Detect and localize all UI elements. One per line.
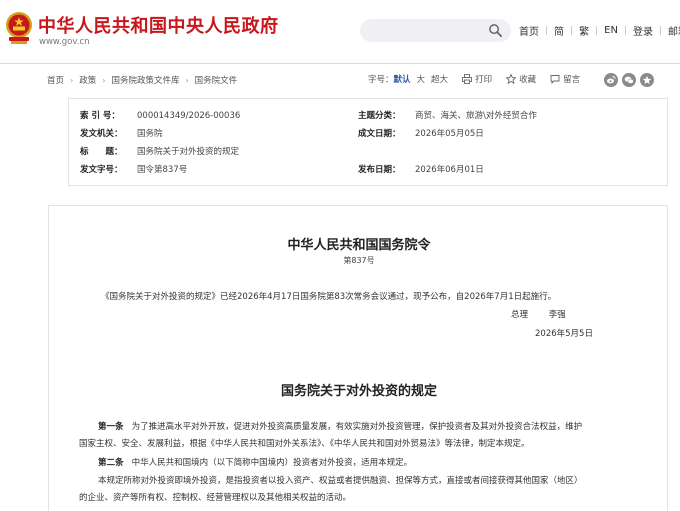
signer-title: 总理: [511, 310, 529, 320]
intro-paragraph: 《国务院关于对外投资的规定》已经2026年4月17日国务院第83次常务会议通过，…: [101, 292, 557, 302]
chevron-right-icon: ›: [102, 75, 106, 85]
index-number-label: 索 引 号：: [80, 111, 120, 121]
article-2-label: 第二条: [98, 458, 124, 468]
breadcrumb: 首页 › 政策 › 国务院政策文件库 › 国务院文件: [47, 74, 238, 87]
mailbox-link[interactable]: 邮箱: [668, 23, 680, 38]
order-number: 第837号: [343, 256, 375, 265]
favorite-button[interactable]: 收藏: [519, 73, 536, 85]
font-size-label: 字号：: [368, 75, 394, 85]
search-input[interactable]: [360, 19, 511, 42]
separator: |: [570, 25, 574, 36]
wechat-icon[interactable]: [622, 73, 636, 87]
title-value: 国务院关于对外投资的规定: [137, 147, 240, 157]
publish-date-row: 发布日期： 2026年06月01日: [358, 163, 484, 175]
site-url: www.gov.cn: [39, 37, 90, 47]
sign-date: 2026年5月5日: [535, 329, 593, 339]
toolbar: 首页 › 政策 › 国务院政策文件库 › 国务院文件 字号： 默认 大 超大 打…: [0, 64, 680, 94]
breadcrumb-state-council-docs[interactable]: 国务院文件: [195, 74, 238, 86]
separator: |: [595, 25, 599, 36]
font-large-button[interactable]: 大: [417, 73, 426, 85]
site-header: 中华人民共和国中央人民政府 www.gov.cn 首页 | 简 | 繁 | EN…: [0, 0, 680, 62]
star-icon[interactable]: [506, 74, 517, 84]
breadcrumb-policy-library[interactable]: 国务院政策文件库: [111, 74, 179, 86]
title-row: 标 题： 国务院关于对外投资的规定: [80, 145, 239, 157]
article-2-line-3: 的企业、资产等所有权、控制权、经营管理权以及其他相关权益的活动。: [79, 493, 352, 503]
separator: |: [623, 25, 627, 36]
chevron-right-icon: ›: [185, 75, 189, 85]
doc-number-row: 发文字号： 国令第837号: [80, 163, 187, 175]
font-default-button[interactable]: 默认: [394, 73, 411, 85]
qzone-icon[interactable]: [640, 73, 654, 87]
document-body: 中华人民共和国国务院令 第837号 《国务院关于对外投资的规定》已经2026年4…: [48, 205, 668, 511]
topic-label: 主题分类：: [358, 111, 401, 121]
article-1-label: 第一条: [98, 422, 124, 432]
print-icon[interactable]: [462, 74, 473, 84]
topic-value: 商贸、海关、旅游\对外经贸合作: [415, 111, 537, 121]
top-links: 首页 | 简 | 繁 | EN | 登录 | 邮箱: [519, 23, 680, 38]
document-metadata: 索 引 号： 000014349/2026-00036 主题分类： 商贸、海关、旅游…: [68, 98, 668, 186]
article-1-line-1: 第一条 为了推进高水平对外开放，促进对外投资高质量发展，有效实施对外投资管理，保…: [98, 422, 582, 433]
topic-row: 主题分类： 商贸、海关、旅游\对外经贸合作: [358, 109, 537, 121]
doc-number-value: 国令第837号: [137, 165, 188, 175]
national-emblem-icon[interactable]: [5, 11, 33, 45]
comment-button[interactable]: 留言: [563, 73, 580, 85]
index-number-row: 索 引 号： 000014349/2026-00036: [80, 109, 240, 121]
index-number-value: 000014349/2026-00036: [137, 111, 241, 121]
breadcrumb-policy[interactable]: 政策: [79, 74, 96, 86]
share-icons: [604, 73, 654, 87]
written-date-row: 成文日期： 2026年05月05日: [358, 127, 484, 139]
issuer-row: 发文机关： 国务院: [80, 127, 163, 139]
publish-date-label: 发布日期：: [358, 165, 401, 175]
login-link[interactable]: 登录: [633, 23, 653, 38]
print-button[interactable]: 打印: [475, 73, 492, 85]
separator: |: [659, 25, 663, 36]
publish-date-value: 2026年06月01日: [415, 165, 484, 175]
article-2-line-2: 本规定所称对外投资即境外投资，是指投资者以投入资产、权益或者提供融资、担保等方式…: [98, 476, 583, 486]
article-1-line-2: 国家主权、安全、发展利益，根据《中华人民共和国对外关系法》、《中华人民共和国对外…: [79, 439, 530, 449]
regulation-title: 国务院关于对外投资的规定: [280, 384, 437, 399]
home-link[interactable]: 首页: [519, 23, 539, 38]
weibo-icon[interactable]: [604, 73, 618, 87]
doc-number-label: 发文字号：: [80, 165, 123, 175]
written-date-value: 2026年05月05日: [415, 129, 484, 139]
comment-icon[interactable]: [550, 74, 560, 84]
english-link[interactable]: EN: [604, 25, 618, 36]
order-title: 中华人民共和国国务院令: [287, 238, 431, 253]
traditional-link[interactable]: 繁: [579, 23, 589, 38]
breadcrumb-home[interactable]: 首页: [47, 74, 64, 86]
separator: |: [545, 25, 549, 36]
simplified-link[interactable]: 简: [554, 23, 564, 38]
signer: 总理 李强: [511, 310, 566, 321]
article-2-text: 中华人民共和国境内（以下简称中国境内）投资者对外投资，适用本规定。: [131, 458, 413, 468]
issuer-value: 国务院: [137, 129, 163, 139]
page-tools: 字号： 默认 大 超大 打印 收藏 留言: [368, 73, 580, 85]
font-xlarge-button[interactable]: 超大: [431, 73, 448, 85]
article-2-line-1: 第二条 中华人民共和国境内（以下简称中国境内）投资者对外投资，适用本规定。: [98, 458, 412, 469]
chevron-right-icon: ›: [70, 75, 74, 85]
site-name[interactable]: 中华人民共和国中央人民政府: [38, 12, 279, 38]
title-label: 标 题：: [80, 147, 123, 157]
article-1-text: 为了推进高水平对外开放，促进对外投资高质量发展，有效实施对外投资管理，保护投资者…: [131, 422, 583, 432]
signer-name: 李强: [548, 310, 566, 320]
issuer-label: 发文机关：: [80, 129, 123, 139]
written-date-label: 成文日期：: [358, 129, 401, 139]
search-icon[interactable]: [488, 23, 503, 38]
